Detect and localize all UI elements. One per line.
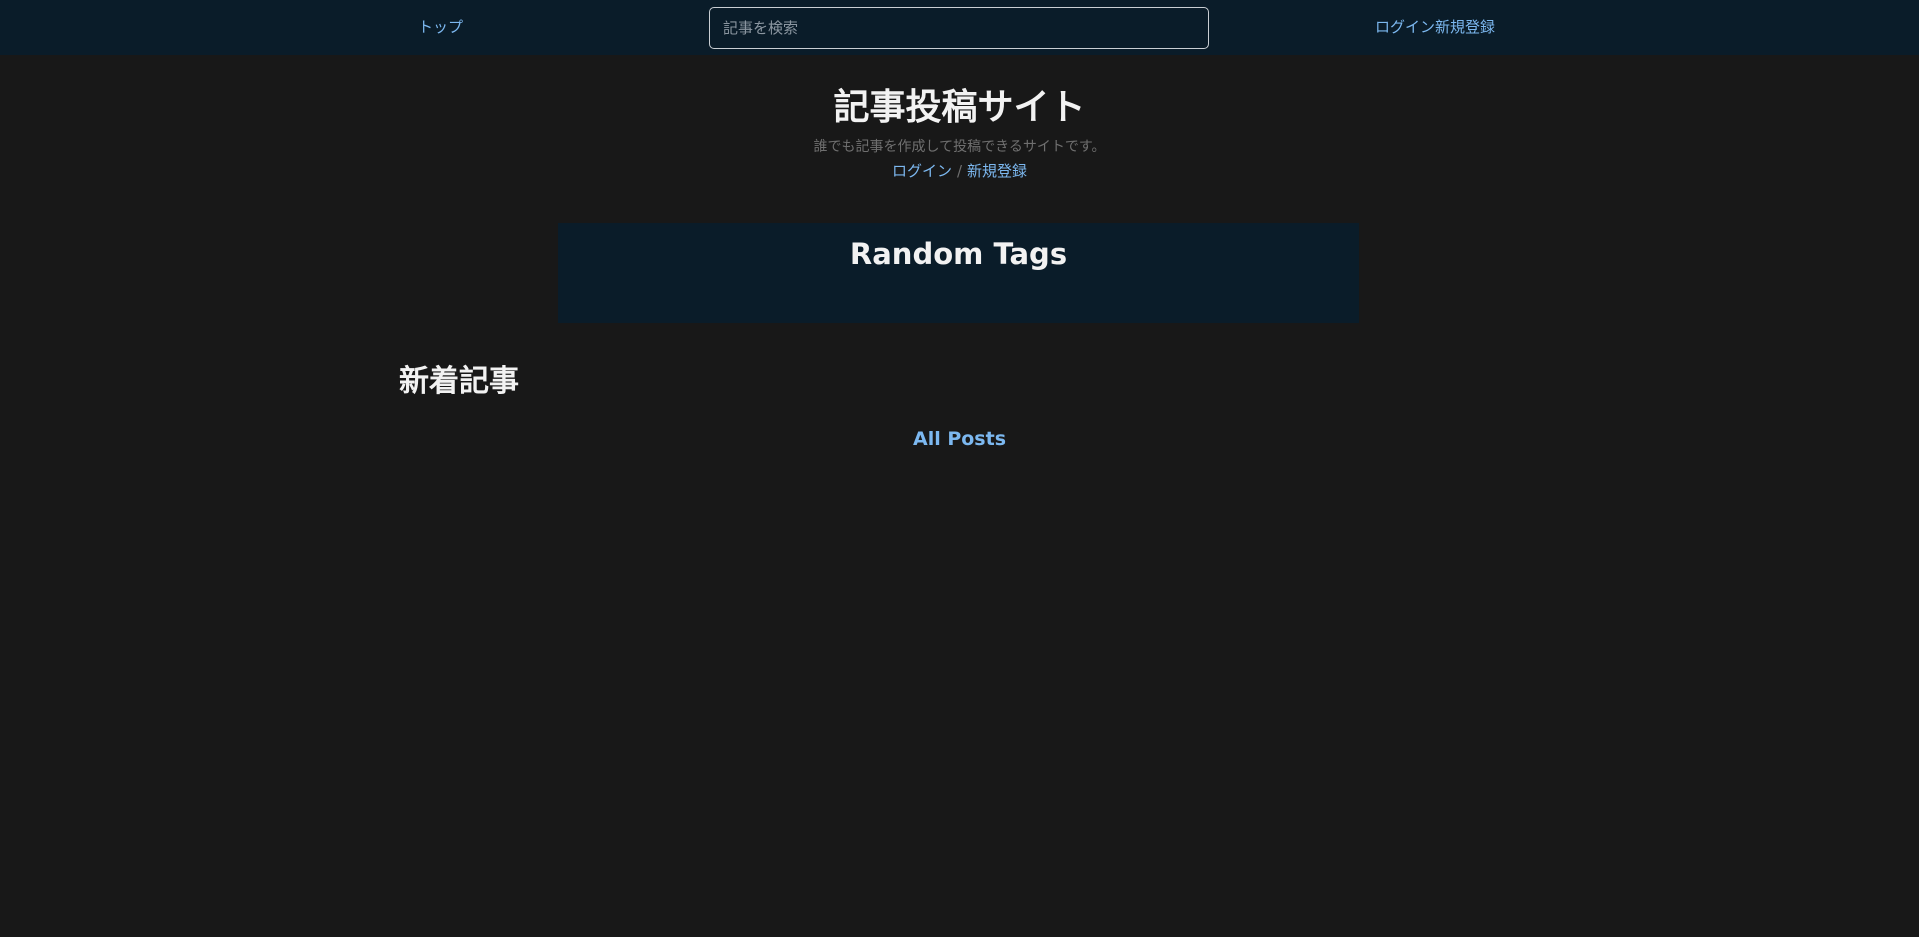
hero-login-link[interactable]: ログイン: [892, 162, 952, 180]
hero-register-link[interactable]: 新規登録: [967, 162, 1027, 180]
auth-links: ログイン / 新規登録: [0, 161, 1919, 181]
nav-register-link[interactable]: 新規登録: [1435, 17, 1495, 37]
page: トップ ログイン 新規登録 記事投稿サイト 誰でも記事を作成して投稿できるサイト…: [0, 0, 1919, 937]
nav-top-link[interactable]: トップ: [418, 17, 463, 37]
random-tags-panel: Random Tags: [558, 223, 1359, 323]
site-subtitle: 誰でも記事を作成して投稿できるサイトです。: [813, 139, 1106, 155]
search-input[interactable]: [709, 7, 1209, 49]
recent-posts-title: 新着記事: [399, 364, 519, 399]
site-title: 記事投稿サイト: [833, 87, 1086, 128]
auth-separator: /: [956, 162, 963, 180]
nav-login-link[interactable]: ログイン: [1375, 17, 1435, 37]
all-posts-container: All Posts: [0, 427, 1919, 451]
all-posts-link[interactable]: All Posts: [913, 428, 1006, 450]
navbar: トップ ログイン 新規登録: [0, 0, 1919, 55]
random-tags-title: Random Tags: [849, 237, 1068, 271]
